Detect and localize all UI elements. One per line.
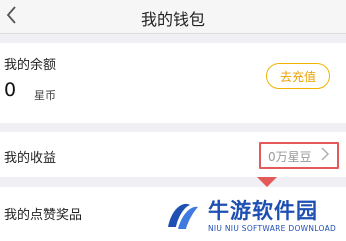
nav-bar: 我的钱包 — [0, 0, 346, 34]
balance-value: 0 — [4, 79, 17, 101]
balance-unit: 星币 — [34, 89, 56, 102]
balance-label: 我的余额 — [4, 58, 57, 73]
recharge-button[interactable]: 去充值 — [266, 63, 330, 89]
income-row[interactable]: 我的收益 0万星豆 — [0, 132, 346, 177]
balance-card: 我的余额 0 星币 去充值 — [0, 43, 346, 123]
income-value: 0万星豆 — [268, 150, 312, 164]
chevron-right-icon — [321, 147, 330, 161]
watermark-name: 牛游软件园 — [208, 199, 318, 223]
watermark-subtitle: NIU NIU SOFTWARE DOWNLOAD — [208, 224, 337, 233]
page-title: 我的钱包 — [140, 10, 205, 29]
income-label: 我的收益 — [4, 151, 57, 166]
watermark: 牛游软件园 NIU NIU SOFTWARE DOWNLOAD — [158, 193, 346, 241]
likes-label: 我的点赞奖品 — [4, 208, 83, 223]
brand-logo-icon — [168, 203, 198, 229]
callout-pointer — [257, 177, 277, 187]
